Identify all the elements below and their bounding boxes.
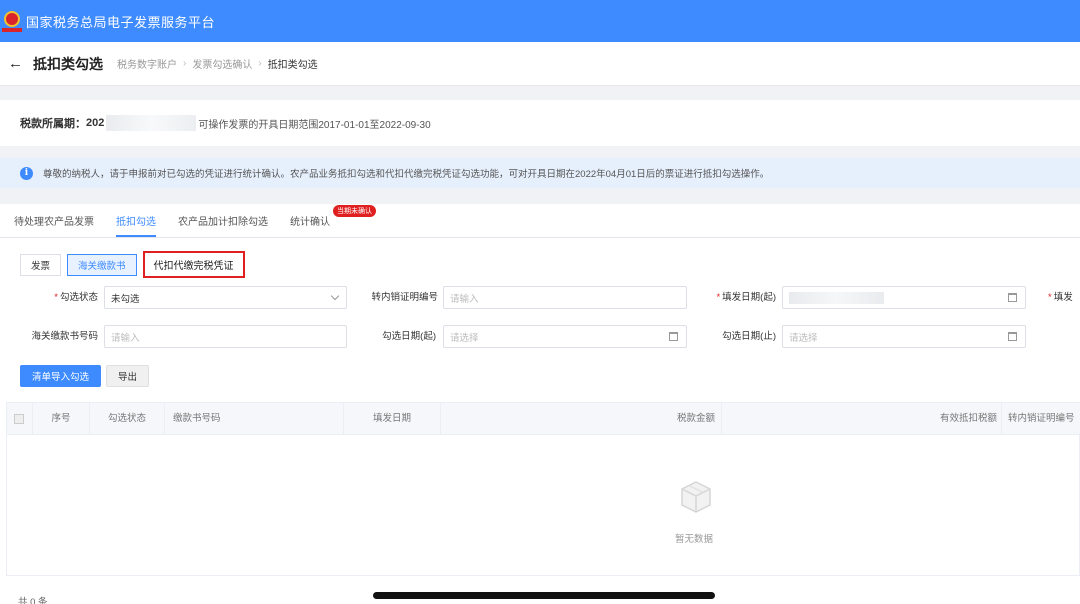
column-header: 有效抵扣税额 [722,403,1002,435]
column-header: 税款金额 [441,403,722,435]
column-header: 缴款书号码 [165,403,344,435]
page-title: 抵扣类勾选 [33,55,103,72]
tab-deduction-selection[interactable]: 抵扣勾选 [116,213,156,237]
table-header: 序号 勾选状态 缴款书号码 填发日期 税款金额 有效抵扣税额 转内销证明编号 [7,403,1080,435]
notice-text: 尊敬的纳税人，请于申报前对已勾选的凭证进行统计确认。农产品业务抵扣勾选和代扣代缴… [43,169,770,180]
customs-no-label: 海关缴款书号码 [31,331,98,342]
tab-bar: 待处理农产品发票 抵扣勾选 农产品加计扣除勾选 统计确认 当期未确认 [0,204,1080,238]
data-table: 序号 勾选状态 缴款书号码 填发日期 税款金额 有效抵扣税额 转内销证明编号 暂… [6,402,1080,576]
breadcrumb-current: 抵扣类勾选 [267,60,318,71]
status-badge: 当期未确认 [333,205,376,217]
home-indicator[interactable] [373,592,715,599]
chevron-down-icon [330,291,340,301]
select-date-start-label: 勾选日期(起) [382,331,436,342]
fill-date-end-label: * 填发 [1048,292,1073,303]
select-all-checkbox[interactable] [14,414,24,424]
tab-statistics-confirm[interactable]: 统计确认 当期未确认 [290,205,376,237]
calendar-icon [1008,293,1017,302]
status-label: * 勾选状态 [54,292,98,303]
main-panel: 待处理农产品发票 抵扣勾选 农产品加计扣除勾选 统计确认 当期未确认 发票 海关… [0,204,1080,604]
import-list-button[interactable]: 清单导入勾选 [20,365,101,387]
fill-date-start-picker[interactable] [782,286,1026,309]
status-select[interactable]: 未勾选 [104,286,347,309]
empty-box-icon [681,481,711,513]
calendar-icon [669,332,678,341]
notice-banner: i 尊敬的纳税人，请于申报前对已勾选的凭证进行统计确认。农产品业务抵扣勾选和代扣… [0,158,1080,188]
voucher-type-switch: 发票 海关缴款书 代扣代缴完税凭证 [20,251,251,278]
app-title: 国家税务总局电子发票服务平台 [26,14,216,30]
calendar-icon [1008,332,1017,341]
page-header: ← 抵扣类勾选 税务数字账户 › 发票勾选确认 › 抵扣类勾选 [0,42,1080,86]
date-range-note: 可操作发票的开具日期范围2017-01-01至2022-09-30 [198,119,431,131]
select-all-cell [7,403,33,435]
tax-period-bar: 税款所属期： 202 可操作发票的开具日期范围2017-01-01至2022-0… [0,100,1080,146]
select-date-start-picker[interactable]: 请选择 [443,325,687,348]
subtab-invoice[interactable]: 发票 [20,253,62,276]
select-date-end-picker[interactable]: 请选择 [782,325,1026,348]
tax-period-label: 税款所属期： [20,118,86,130]
redacted-area [106,115,197,131]
breadcrumb-item[interactable]: 发票勾选确认 [192,56,252,71]
column-header: 勾选状态 [90,403,165,435]
column-header: 转内销证明编号 [1008,413,1075,424]
select-date-end-label: 勾选日期(止) [722,331,776,342]
breadcrumb-item[interactable]: 税务数字账户 [117,56,177,71]
app-topbar: 国家税务总局电子发票服务平台 [0,0,1080,42]
fill-date-start-label: * 填发日期(起) [716,292,776,303]
tab-agri-extra-deduction[interactable]: 农产品加计扣除勾选 [178,213,268,237]
tax-period-value: 202 [86,117,105,129]
back-arrow-icon[interactable]: ← [8,55,23,72]
empty-state: 暂无数据 [7,435,1079,575]
tab-statistics-label: 统计确认 [290,217,330,228]
filter-row-2: 海关缴款书号码 请输入 勾选日期(起) 请选择 勾选日期(止) 请选择 [0,325,1080,349]
column-header: 填发日期 [344,403,441,435]
subtab-customs-payment[interactable]: 海关缴款书 [67,253,137,276]
breadcrumb-separator-icon: › [183,58,187,69]
record-count: 共 0 条 [18,597,48,604]
breadcrumb-separator-icon: › [258,58,262,69]
customs-no-input[interactable]: 请输入 [104,325,347,348]
export-button[interactable]: 导出 [106,365,149,387]
info-icon: i [20,166,33,180]
empty-text: 暂无数据 [674,534,713,545]
transfer-cert-input[interactable]: 请输入 [443,286,687,309]
column-header: 序号 [33,403,90,435]
tab-pending-agri-invoices[interactable]: 待处理农产品发票 [14,213,94,237]
filter-row-1: * 勾选状态 未勾选 转内销证明编号 请输入 * 填发日期(起) * 填发 [0,286,1080,310]
redacted-date [789,291,884,304]
tax-emblem-logo [2,9,22,33]
subtab-withholding-tax-voucher[interactable]: 代扣代缴完税凭证 [142,251,245,278]
transfer-cert-label: 转内销证明编号 [371,292,438,303]
